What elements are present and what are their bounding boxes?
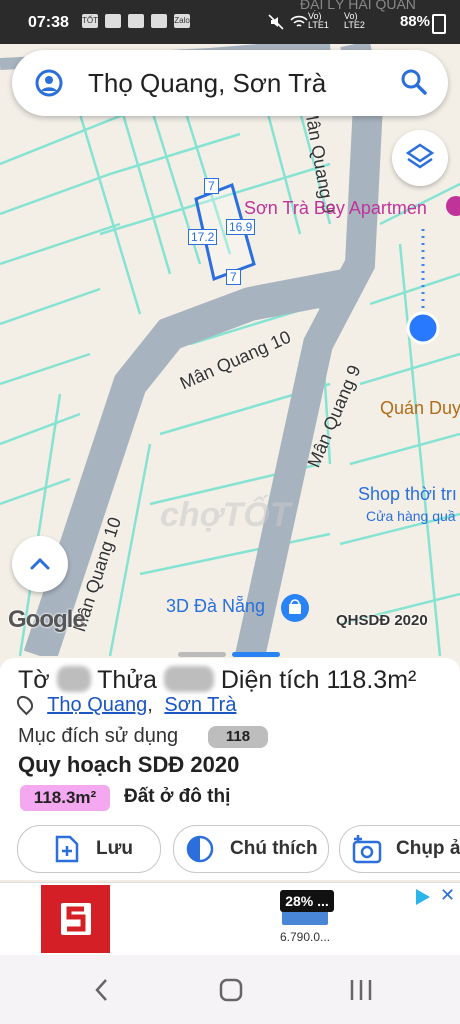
my-location-dot (406, 311, 440, 345)
battery-icon (432, 14, 446, 34)
plan-area-chip: 118.3m² (20, 785, 110, 811)
ad-price[interactable]: 6.790.0... (280, 930, 330, 944)
apartment-pin-icon[interactable] (446, 196, 460, 216)
area-value: 118.3m² (326, 666, 417, 694)
parcel-identifier-row: Tờ Thửa Diện tích 118.3m² (18, 666, 416, 695)
recent-apps-icon[interactable] (348, 977, 374, 1003)
parcel-right-dimension: 16.9 (226, 219, 256, 235)
s-logo-icon (61, 903, 91, 935)
layer-label: QHSDĐ 2020 (336, 612, 428, 629)
map-view[interactable]: 7 7 17.2 16.9 Mân Quang 9 Mân Quang 10 M… (0, 44, 460, 656)
sheet-number-redacted (56, 666, 91, 692)
status-time: 07:38 (28, 14, 69, 31)
legend-button-label: Chú thích (230, 838, 318, 859)
parcel-left-dimension: 17.2 (188, 229, 218, 245)
purpose-label: Mục đích sử dụng (18, 725, 179, 747)
check-icon (128, 14, 144, 28)
sheet-handle-left[interactable] (178, 652, 226, 657)
image-icon (151, 14, 167, 28)
save-button[interactable]: Lưu (17, 825, 161, 873)
map-pin-icon (13, 692, 37, 716)
layers-icon (405, 143, 435, 169)
capture-button[interactable]: Chụp ả (339, 825, 460, 873)
poi-shop-label[interactable]: Shop thời trı (358, 484, 457, 505)
poi-shop-sublabel: Cửa hàng quầ (366, 508, 456, 524)
poi-quan-label[interactable]: Quán Duy (380, 398, 460, 419)
location-icon[interactable] (34, 68, 64, 98)
sim1-indicator: Vo) LTE1 (308, 11, 329, 30)
ad-discount-badge[interactable]: 28% ... (280, 890, 334, 912)
tot-notification-icon: TỐT (82, 14, 98, 28)
land-type-label: Đất ở đô thị (124, 786, 231, 807)
folder-icon (105, 14, 121, 28)
purpose-value-badge: 118 (208, 726, 268, 748)
area-label: Diện tích (220, 666, 320, 694)
expand-up-button[interactable] (12, 536, 68, 592)
search-icon[interactable] (400, 68, 428, 96)
system-nav-bar (0, 955, 460, 1024)
poi-3d-label[interactable]: 3D Đà Nẵng (166, 596, 265, 617)
battery-percent: 88% (399, 13, 430, 30)
notification-icons: TỐT Zalo (82, 14, 190, 28)
parcel-label: Thửa (97, 666, 157, 694)
district-link[interactable]: Sơn Trà (164, 694, 236, 716)
search-title[interactable]: Thọ Quang, Sơn Trà (88, 68, 326, 99)
sim2-indicator: Vo) LTE2 (344, 11, 365, 30)
ward-link[interactable]: Thọ Quang (47, 694, 147, 716)
ad-brand-logo[interactable] (41, 885, 110, 953)
chotot-watermark: chợTỐT (160, 496, 291, 534)
map-canvas[interactable] (0, 44, 460, 656)
ad-play-icon[interactable] (416, 889, 430, 905)
contrast-icon (186, 835, 214, 863)
wifi-icon (290, 15, 308, 27)
mute-icon (268, 14, 284, 30)
zalo-icon: Zalo (174, 14, 190, 28)
parcel-bottom-dimension: 7 (226, 269, 241, 285)
address-separator: , (147, 694, 153, 716)
poi-apartment-label[interactable]: Sơn Trà Bay Apartmen (244, 198, 427, 219)
add-document-icon (55, 835, 79, 863)
sheet-label: Tờ (18, 666, 50, 694)
google-logo: Google (8, 606, 86, 633)
save-button-label: Lưu (96, 838, 133, 859)
status-bar: 07:38 TỐT Zalo Vo) LTE1 Vo) LTE2 88% ĐẠI… (0, 0, 460, 44)
home-icon[interactable] (218, 977, 244, 1003)
address-row: Thọ Quang, Sơn Trà (13, 692, 236, 717)
search-bar[interactable]: Thọ Quang, Sơn Trà (12, 50, 448, 116)
parcel-top-dimension: 7 (204, 178, 219, 194)
back-icon[interactable] (92, 977, 112, 1003)
sheet-handle-right[interactable] (232, 652, 280, 657)
ad-close-icon[interactable]: ✕ (440, 885, 455, 906)
add-photo-icon (352, 835, 382, 864)
layers-button[interactable] (392, 130, 448, 186)
plan-title: Quy hoạch SDĐ 2020 (18, 752, 240, 777)
capture-button-label: Chụp ả (396, 838, 460, 859)
chevron-up-icon (30, 557, 50, 570)
parcel-number-redacted (163, 666, 214, 692)
legend-button[interactable]: Chú thích (173, 825, 329, 873)
ad-banner[interactable]: ✕ (0, 882, 460, 955)
top-banner-text: ĐẠI LÝ HẢI QUÂN (300, 0, 416, 12)
